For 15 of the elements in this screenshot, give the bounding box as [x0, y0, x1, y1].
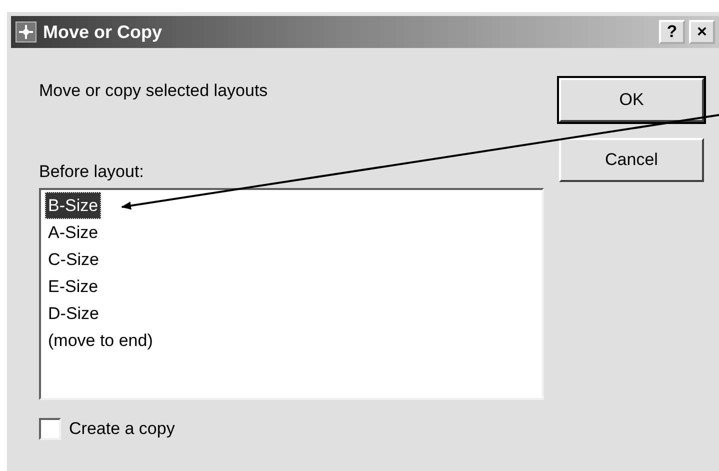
- list-item[interactable]: D-Size: [45, 300, 102, 327]
- close-button[interactable]: ×: [689, 20, 715, 44]
- list-item[interactable]: A-Size: [45, 219, 102, 246]
- checkbox-label[interactable]: Create a copy: [69, 416, 175, 442]
- list-item[interactable]: C-Size: [45, 246, 102, 273]
- list-label: Before layout:: [39, 160, 145, 182]
- prompt-text: Move or copy selected layouts: [39, 80, 269, 102]
- window-title: Move or Copy: [43, 20, 162, 44]
- ok-button[interactable]: OK: [559, 78, 704, 122]
- help-button[interactable]: ?: [659, 20, 685, 44]
- list-item[interactable]: B-Size: [45, 192, 102, 219]
- list-item[interactable]: E-Size: [45, 273, 102, 300]
- list-item[interactable]: (move to end): [45, 327, 156, 354]
- layout-list[interactable]: B-Size A-Size C-Size E-Size D-Size (move to end): [39, 188, 544, 400]
- cancel-button[interactable]: Cancel: [559, 138, 704, 182]
